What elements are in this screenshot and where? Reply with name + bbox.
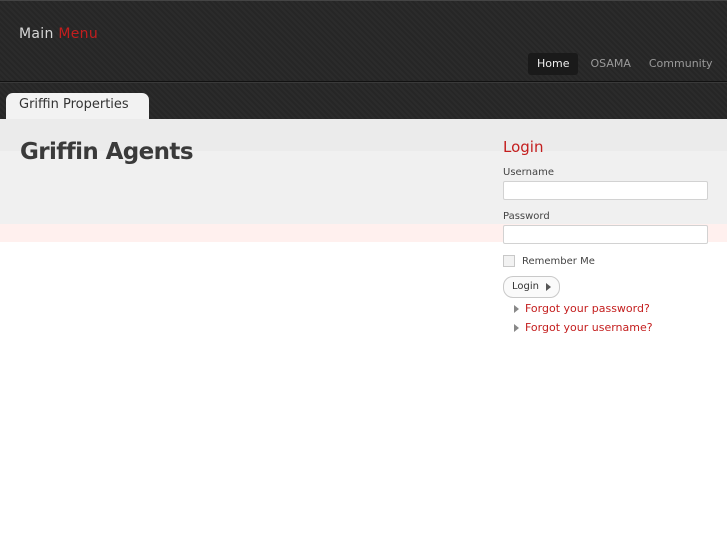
- nav-item-osama[interactable]: OSAMA: [581, 53, 639, 75]
- forgot-username-link[interactable]: Forgot your username?: [525, 321, 653, 334]
- remember-me-row: Remember Me: [503, 255, 709, 267]
- login-heading: Login: [503, 138, 544, 156]
- remember-me-label: Remember Me: [522, 255, 595, 267]
- remember-me-checkbox[interactable]: [503, 255, 515, 267]
- password-input[interactable]: [503, 225, 708, 244]
- username-label: Username: [503, 167, 554, 178]
- bullet-arrow-icon: [514, 304, 519, 313]
- site-title: Main Menu: [19, 26, 98, 42]
- password-label: Password: [503, 211, 550, 222]
- login-module: Login Username Password Remember Me Logi…: [503, 138, 709, 298]
- login-button-label: Login: [512, 281, 539, 292]
- forgot-password-row: Forgot your password?: [514, 299, 653, 318]
- nav-item-community[interactable]: Community: [640, 53, 722, 75]
- arrow-right-icon: [545, 282, 551, 291]
- page-title: Griffin Agents: [20, 139, 194, 165]
- forgot-username-row: Forgot your username?: [514, 318, 653, 337]
- header-divider: [0, 81, 727, 82]
- username-input[interactable]: [503, 181, 708, 200]
- site-title-main: Main: [19, 26, 54, 42]
- tab-griffin-properties[interactable]: Griffin Properties: [6, 93, 149, 119]
- login-links: Forgot your password? Forgot your userna…: [514, 299, 653, 337]
- main-nav: Home OSAMA Community: [528, 53, 722, 75]
- bullet-arrow-icon: [514, 323, 519, 332]
- site-title-menu: Menu: [58, 26, 99, 42]
- forgot-password-link[interactable]: Forgot your password?: [525, 302, 650, 315]
- nav-item-home[interactable]: Home: [528, 53, 579, 75]
- login-button[interactable]: Login: [503, 275, 560, 298]
